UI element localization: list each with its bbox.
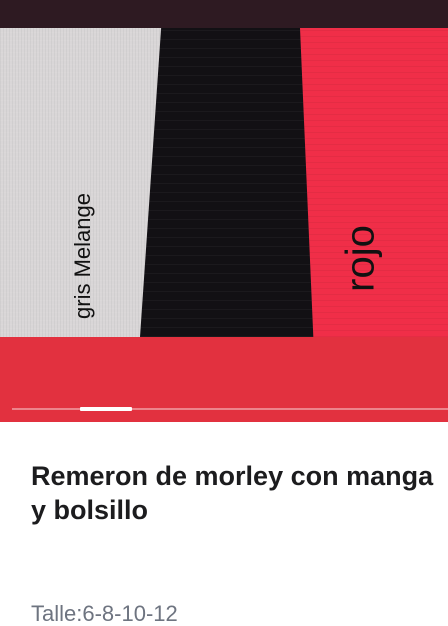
black-fabric-swatch <box>140 28 316 337</box>
product-sizes: Talle:6-8-10-12 <box>31 601 178 626</box>
product-title: Remeron de morley con manga y bolsillo <box>31 461 434 525</box>
status-bar <box>0 0 448 28</box>
red-swatch-label: rojo <box>338 225 383 292</box>
gray-swatch-label: gris Melange <box>70 193 95 319</box>
product-screen: gris Melange rojo Remeron de morley con … <box>0 0 448 626</box>
gallery-progress-indicator <box>80 407 132 411</box>
gallery-progress-track <box>12 408 448 410</box>
image-gallery[interactable]: gris Melange rojo <box>0 28 448 422</box>
product-photo[interactable]: gris Melange rojo <box>0 28 448 337</box>
